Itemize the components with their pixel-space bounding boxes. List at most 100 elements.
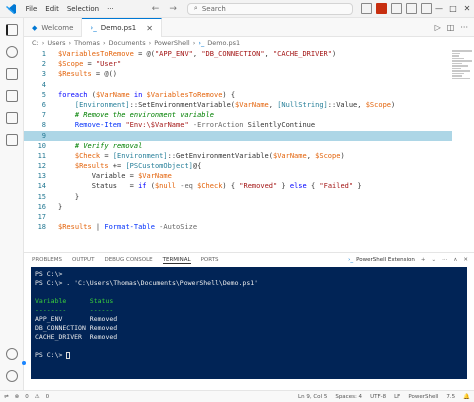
code-editor[interactable]: 1 $VariablesToRemove = @("APP_ENV", "DB_C…	[24, 49, 452, 239]
maximize-icon[interactable]: □	[446, 0, 460, 18]
breadcrumb-item[interactable]: PowerShell	[154, 39, 190, 47]
encoding[interactable]: UTF-8	[370, 394, 386, 400]
minimap[interactable]	[452, 49, 474, 89]
breadcrumb-separator-icon: ›	[41, 39, 45, 47]
close-icon[interactable]: ✕	[460, 0, 474, 18]
line-number: 1	[41, 50, 46, 58]
code-line[interactable]: 8 Remove-Item "Env:\$VarName" -ErrorActi…	[24, 120, 452, 130]
forward-arrow-icon[interactable]: →	[169, 4, 177, 14]
breadcrumb-item[interactable]: C:	[32, 39, 39, 47]
new-terminal-icon[interactable]: +	[421, 257, 426, 263]
code-line[interactable]: 2 $Scope = "User"	[24, 59, 452, 69]
tab-output[interactable]: OUTPUT	[72, 257, 94, 263]
line-number: 13	[37, 172, 46, 181]
terminal-output[interactable]: PS C:\> PS C:\> . 'C:\Users\Thomas\Docum…	[31, 267, 467, 379]
close-panel-icon[interactable]: ✕	[463, 257, 468, 263]
terminal-selector[interactable]: ›_ PowerShell Extension	[348, 257, 415, 263]
code-line[interactable]: 17	[24, 212, 452, 222]
language-mode[interactable]: PowerShell	[408, 394, 438, 400]
warnings-icon[interactable]: ⚠	[35, 394, 40, 400]
line-number: 7	[41, 111, 46, 120]
maximize-panel-icon[interactable]: ∧	[453, 257, 457, 263]
code-line[interactable]: 7 # Remove the environment variable	[24, 110, 452, 120]
copilot-icon[interactable]	[361, 3, 372, 14]
layout-panel-icon[interactable]	[406, 3, 417, 14]
testing-icon[interactable]	[6, 134, 18, 146]
code-line[interactable]: 3 $Results = @()	[24, 69, 452, 79]
end-of-line[interactable]: LF	[394, 394, 400, 400]
minimize-icon[interactable]: —	[432, 0, 446, 18]
code-line[interactable]: 14 Status = if ($null -eq $Check) { "Rem…	[24, 181, 452, 191]
notifications-bell-icon[interactable]: 🔔	[463, 394, 470, 400]
explorer-icon[interactable]	[6, 24, 18, 36]
tab-problems[interactable]: PROBLEMS	[32, 257, 62, 263]
code-line[interactable]: 5 foreach ($VarName in $VariablesToRemove…	[24, 90, 452, 100]
extension-badge-icon[interactable]	[376, 3, 387, 14]
split-editor-icon[interactable]: ◫	[447, 23, 455, 32]
code-text: [Environment]::SetEnvironmentVariable($V…	[74, 100, 396, 109]
tab-ports[interactable]: PORTS	[201, 257, 219, 263]
code-line[interactable]: 11 $Check = [Environment]::GetEnvironmen…	[24, 151, 452, 161]
activity-bar	[0, 18, 24, 390]
search-view-icon[interactable]	[6, 46, 18, 58]
breadcrumb-separator-icon: ›	[148, 39, 152, 47]
powershell-file-icon: ›_	[90, 24, 97, 32]
tab-welcome[interactable]: ◆ Welcome	[24, 18, 83, 37]
breadcrumb-item[interactable]: Demo.ps1	[207, 39, 240, 47]
vscode-tab-icon: ◆	[32, 23, 38, 32]
terminal-line: PS C:\> . 'C:\Users\Thomas\Documents\Pow…	[35, 279, 259, 287]
search-icon: ⌕	[193, 4, 198, 12]
menu-edit[interactable]: Edit	[41, 0, 63, 18]
cursor-position[interactable]: Ln 9, Col 5	[298, 394, 327, 400]
code-line[interactable]: 1 $VariablesToRemove = @("APP_ENV", "DB_C…	[24, 49, 452, 59]
code-line[interactable]: 18 $Results | Format-Table -AutoSize	[24, 222, 452, 232]
powershell-version[interactable]: 7.5	[446, 394, 455, 400]
menu-file[interactable]: File	[22, 0, 42, 18]
warning-count[interactable]: 0	[46, 394, 50, 400]
errors-icon[interactable]: ⊗	[15, 394, 20, 400]
terminal-line: APP_ENV Removed	[35, 315, 118, 323]
breadcrumb-separator-icon: ›	[68, 39, 72, 47]
menu-selection[interactable]: Selection	[63, 0, 103, 18]
code-line[interactable]: 12 $Results += [PSCustomObject]@{	[24, 161, 452, 171]
code-text: Variable = $VarName	[58, 172, 172, 181]
code-line[interactable]: 16}	[24, 202, 452, 212]
tab-close-icon[interactable]: ✕	[146, 24, 153, 33]
code-line[interactable]: 4	[24, 80, 452, 90]
code-line[interactable]: 10 # Verify removal	[24, 141, 452, 151]
terminal-cursor	[66, 351, 71, 359]
extensions-icon[interactable]	[6, 112, 18, 124]
source-control-icon[interactable]	[6, 68, 18, 80]
back-arrow-icon[interactable]: ←	[152, 4, 160, 14]
tab-demo-ps1[interactable]: ›_ Demo.ps1 ✕	[82, 18, 162, 37]
search-box[interactable]: ⌕ Search	[186, 2, 353, 15]
remote-icon[interactable]: ⇌	[4, 394, 9, 400]
run-debug-icon[interactable]	[6, 90, 18, 102]
more-actions-icon[interactable]: ···	[460, 23, 468, 32]
indentation[interactable]: Spaces: 4	[335, 394, 362, 400]
line-number: 14	[37, 182, 46, 191]
account-icon[interactable]	[6, 348, 18, 360]
layout-editor-icon[interactable]	[421, 3, 432, 14]
breadcrumb-item[interactable]: Documents	[109, 39, 146, 47]
more-actions-icon[interactable]: ···	[442, 257, 447, 263]
run-icon[interactable]: ▷	[435, 23, 441, 32]
breadcrumb-item[interactable]: Users	[47, 39, 65, 47]
code-line[interactable]: 6 [Environment]::SetEnvironmentVariable(…	[24, 100, 452, 110]
code-line[interactable]: 15 }	[24, 192, 452, 202]
code-line[interactable]: 13 Variable = $VarName	[24, 171, 452, 181]
line-number: 3	[41, 70, 46, 79]
layout-sidebar-icon[interactable]	[391, 3, 402, 14]
menu-more[interactable]: ···	[103, 0, 118, 18]
chevron-down-icon[interactable]: ⌄	[432, 257, 437, 263]
tab-debug-console[interactable]: DEBUG CONSOLE	[104, 257, 152, 263]
settings-gear-icon[interactable]	[6, 370, 18, 382]
breadcrumb-item[interactable]: Thomas	[74, 39, 100, 47]
tab-terminal[interactable]: TERMINAL	[162, 257, 191, 264]
error-count[interactable]: 0	[25, 394, 29, 400]
code-line[interactable]: 9	[24, 130, 452, 141]
